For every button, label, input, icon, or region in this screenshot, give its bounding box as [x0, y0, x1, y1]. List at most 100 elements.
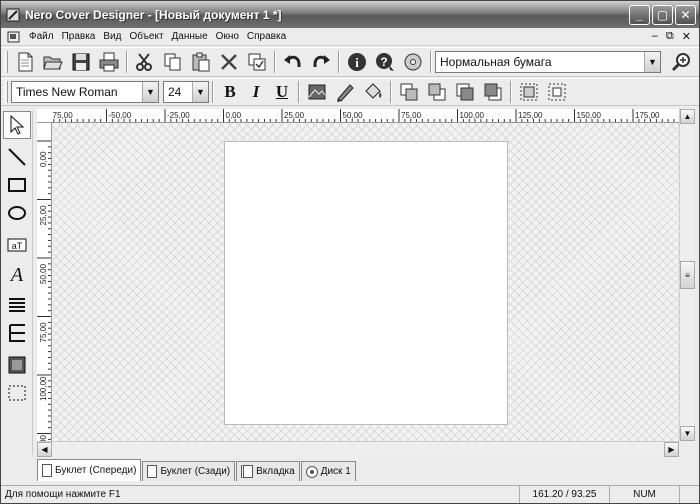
paper-type-select[interactable]: Нормальная бумага ▼ — [435, 51, 661, 73]
font-size-select[interactable]: 24 ▼ — [163, 81, 209, 103]
rectangle-tool[interactable] — [3, 171, 31, 199]
zoom-button[interactable] — [667, 49, 695, 75]
menu-object[interactable]: Объект — [125, 31, 167, 42]
horizontal-scrollbar[interactable]: ◀ ▶ — [37, 441, 679, 457]
redo-button[interactable] — [307, 49, 335, 75]
page-icon — [147, 465, 158, 478]
ruler-label: 175,00 — [635, 111, 660, 120]
list-tool[interactable] — [3, 291, 31, 319]
bold-button[interactable]: B — [217, 80, 243, 104]
chevron-down-icon[interactable]: ▼ — [192, 82, 208, 102]
tab-booklet-front[interactable]: Буклет (Спереди) — [37, 459, 142, 481]
open-button[interactable] — [39, 49, 67, 75]
copy-button[interactable] — [159, 49, 187, 75]
cover-page[interactable] — [224, 141, 508, 425]
delete-x-icon — [221, 54, 237, 70]
tab-label: Вкладка — [256, 466, 295, 477]
ellipse-icon — [8, 206, 26, 220]
underline-button[interactable]: U — [269, 80, 295, 104]
mdi-minimize-button[interactable]: – — [652, 30, 658, 43]
menu-help[interactable]: Справка — [243, 31, 290, 42]
new-button[interactable] — [11, 49, 39, 75]
vertical-scrollbar[interactable]: ▲ ≡ ▼ — [679, 109, 695, 441]
bring-to-front-button[interactable] — [395, 79, 423, 105]
maximize-button[interactable]: ▢ — [652, 5, 673, 25]
tab-label: Буклет (Спереди) — [55, 465, 137, 476]
artistic-text-icon: A — [9, 264, 24, 284]
disc-icon — [305, 465, 318, 478]
image-tool[interactable] — [3, 351, 31, 379]
menu-window[interactable]: Окно — [212, 31, 243, 42]
send-backward-button[interactable] — [479, 79, 507, 105]
title-bar[interactable]: Nero Cover Designer - [Новый документ 1 … — [1, 1, 699, 28]
standard-toolbar: i ? Нормальная бумага ▼ — [1, 47, 699, 77]
ellipse-tool[interactable] — [3, 199, 31, 227]
scissors-icon — [136, 53, 152, 71]
bring-forward-button[interactable] — [451, 79, 479, 105]
scroll-corner — [679, 441, 695, 457]
text-box-tool[interactable]: aT — [3, 231, 31, 259]
close-button[interactable]: ✕ — [675, 5, 696, 25]
insert-image-button[interactable] — [303, 79, 331, 105]
ruler-label: 75,00 — [401, 111, 422, 120]
line-color-button[interactable] — [331, 79, 359, 105]
chevron-down-icon[interactable]: ▼ — [644, 52, 660, 72]
send-to-back-button[interactable] — [423, 79, 451, 105]
font-family-select[interactable]: Times New Roman ▼ — [11, 81, 159, 103]
ruler-label: 100,00 — [460, 111, 485, 120]
select-all-button[interactable] — [243, 49, 271, 75]
checkbox-select-icon — [248, 53, 266, 71]
menu-file[interactable]: Файл — [25, 31, 58, 42]
toolbar-grip[interactable] — [5, 51, 8, 73]
minimize-button[interactable]: _ — [629, 5, 650, 25]
toolbar-separator — [126, 51, 128, 73]
group-button[interactable] — [515, 79, 543, 105]
mdi-close-button[interactable]: ✕ — [682, 30, 691, 43]
ruler-label: 150,00 — [577, 111, 602, 120]
ruler-label: 125,00 — [518, 111, 543, 120]
tab-booklet-back[interactable]: Буклет (Сзади) — [142, 461, 236, 481]
scroll-down-icon[interactable]: ▼ — [680, 426, 695, 441]
undo-button[interactable] — [279, 49, 307, 75]
scroll-right-icon[interactable]: ▶ — [664, 442, 679, 457]
line-tool[interactable] — [3, 143, 31, 171]
save-button[interactable] — [67, 49, 95, 75]
info-button[interactable]: i — [343, 49, 371, 75]
canvas-workspace[interactable] — [53, 123, 679, 441]
resize-grip[interactable] — [679, 486, 699, 503]
toolbar-separator — [338, 51, 340, 73]
ruler-label: -50,00 — [109, 111, 132, 120]
delete-button[interactable] — [215, 49, 243, 75]
italic-button[interactable]: I — [243, 80, 269, 104]
ungroup-button[interactable] — [543, 79, 571, 105]
tree-list-tool[interactable] — [3, 319, 31, 347]
page-icon — [42, 464, 52, 477]
toolbar-separator — [430, 51, 432, 73]
scroll-thumb[interactable]: ≡ — [680, 261, 695, 289]
document-menu-icon[interactable] — [7, 30, 21, 43]
frame-tool[interactable] — [3, 379, 31, 407]
svg-text:A: A — [9, 264, 24, 284]
paste-button[interactable] — [187, 49, 215, 75]
tab-inlay[interactable]: Вкладка — [236, 461, 300, 481]
fill-color-button[interactable] — [359, 79, 387, 105]
select-tool[interactable] — [3, 111, 31, 139]
menu-data[interactable]: Данные — [168, 31, 212, 42]
artistic-text-tool[interactable]: A — [3, 259, 31, 287]
menu-view[interactable]: Вид — [99, 31, 125, 42]
info-icon: i — [348, 53, 366, 71]
book-icon — [241, 465, 254, 478]
tab-disc-1[interactable]: Диск 1 — [300, 461, 356, 481]
scroll-left-icon[interactable]: ◀ — [37, 442, 52, 457]
help-button[interactable]: ? — [371, 49, 399, 75]
copy-icon — [164, 53, 181, 71]
print-button[interactable] — [95, 49, 123, 75]
scroll-up-icon[interactable]: ▲ — [680, 109, 695, 124]
disc-info-button[interactable] — [399, 49, 427, 75]
font-family-value: Times New Roman — [16, 85, 118, 99]
cut-button[interactable] — [131, 49, 159, 75]
menu-edit[interactable]: Правка — [58, 31, 100, 42]
toolbar-grip[interactable] — [5, 81, 8, 103]
mdi-restore-button[interactable]: ⧉ — [666, 30, 674, 43]
chevron-down-icon[interactable]: ▼ — [142, 82, 158, 102]
